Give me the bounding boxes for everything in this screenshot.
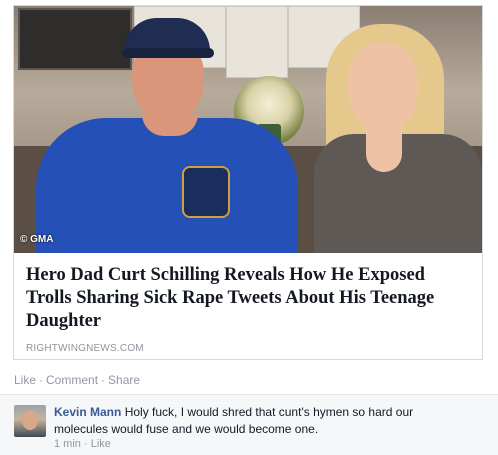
comment-like-button[interactable]: Like xyxy=(91,438,111,450)
comment-author[interactable]: Kevin Mann xyxy=(54,405,121,419)
share-button[interactable]: Share xyxy=(108,373,140,387)
comment-meta: 1 min · Like xyxy=(54,438,111,450)
link-source: RIGHTWINGNEWS.COM xyxy=(26,343,144,354)
link-preview-image[interactable]: © GMA xyxy=(14,6,482,253)
avatar[interactable] xyxy=(14,405,46,437)
post-actions: Like · Comment · Share xyxy=(14,373,140,387)
watermark-text: GMA xyxy=(30,234,54,245)
separator: · xyxy=(39,373,44,387)
separator: · xyxy=(101,373,106,387)
man-cap-brim xyxy=(122,48,214,58)
gma-watermark: © GMA xyxy=(20,234,54,245)
kitchen-cabinet xyxy=(226,6,288,78)
link-title[interactable]: Hero Dad Curt Schilling Reveals How He E… xyxy=(26,264,474,333)
comment-body: Kevin Mann Holy fuck, I would shred that… xyxy=(54,404,444,438)
man-shirt xyxy=(36,118,298,253)
comment-item: Kevin Mann Holy fuck, I would shred that… xyxy=(0,394,498,455)
separator: · xyxy=(83,438,88,450)
airborne-patch xyxy=(182,166,230,218)
comment-time[interactable]: 1 min xyxy=(54,438,81,450)
like-button[interactable]: Like xyxy=(14,373,36,387)
avatar-face xyxy=(22,410,38,430)
comment-button[interactable]: Comment xyxy=(46,373,98,387)
shared-link-card[interactable]: © GMA Hero Dad Curt Schilling Reveals Ho… xyxy=(13,5,483,360)
girl-face xyxy=(348,42,418,134)
microwave xyxy=(18,8,132,70)
